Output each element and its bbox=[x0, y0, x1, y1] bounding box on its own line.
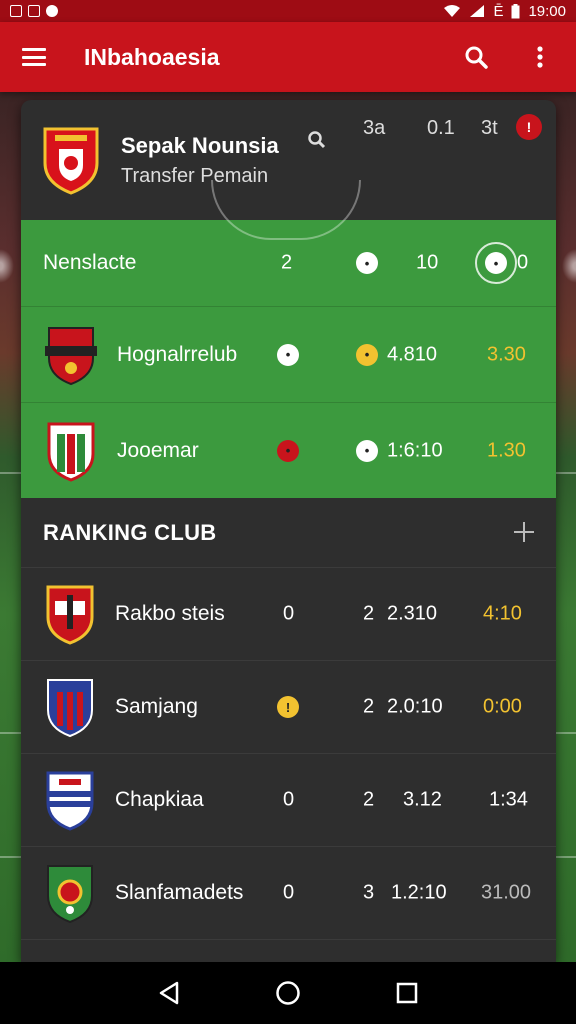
club-crest-icon bbox=[47, 679, 93, 738]
stat-value: 3 bbox=[363, 881, 375, 904]
club-crest-icon bbox=[45, 326, 97, 385]
carrier-label: Ē bbox=[493, 2, 504, 20]
header-stat: 3t bbox=[481, 116, 498, 139]
stat-value: 2 bbox=[281, 251, 293, 274]
stat-value: 2 bbox=[363, 602, 375, 625]
stat-value: 0:00 bbox=[483, 695, 522, 718]
stat-value: 4:10 bbox=[483, 602, 522, 625]
notification-icon bbox=[10, 5, 22, 17]
list-item[interactable]: Jooemar • • 1:6:10 1.30 bbox=[21, 402, 556, 498]
search-icon[interactable] bbox=[462, 43, 490, 71]
club-crest-icon bbox=[43, 127, 99, 195]
battery-icon bbox=[511, 3, 520, 18]
stat-value: 1.30 bbox=[487, 439, 526, 461]
notification-icon bbox=[46, 5, 58, 17]
team-name: Rakbo steis bbox=[115, 602, 225, 625]
info-dot-icon: • bbox=[356, 252, 378, 274]
stat-value: 2 bbox=[363, 788, 375, 811]
club-crest-icon bbox=[46, 771, 94, 831]
table-row[interactable]: Samjang ! 2 2.0:10 0:00 bbox=[21, 661, 556, 754]
table-row[interactable]: Rakbo steis 0 2 2.310 4:10 bbox=[21, 568, 556, 661]
header-stat: 3a bbox=[363, 116, 386, 139]
toggle-button[interactable]: • bbox=[475, 242, 517, 284]
more-vert-icon[interactable] bbox=[526, 43, 554, 71]
stat-value: 2.310 bbox=[387, 602, 438, 625]
warning-dot-icon: ! bbox=[277, 696, 299, 718]
team-name: Samjang bbox=[115, 695, 198, 718]
stat-value: 0 bbox=[283, 602, 295, 625]
warning-dot-icon: • bbox=[356, 343, 378, 366]
menu-icon[interactable] bbox=[22, 48, 46, 66]
home-icon[interactable] bbox=[273, 978, 303, 1008]
list-item[interactable]: Nenslacte 2 • 10 • 0 bbox=[21, 180, 556, 306]
stat-value: 0 bbox=[283, 788, 295, 811]
club-crest-icon bbox=[46, 585, 94, 645]
stat-value: 0 bbox=[283, 881, 295, 904]
alert-dot-icon: • bbox=[277, 439, 299, 462]
stat-value: 1:6:10 bbox=[387, 439, 443, 461]
table-row[interactable]: Slanfamadets 0 3 1.2:10 31.00 bbox=[21, 847, 556, 940]
stat-value: 10 bbox=[416, 251, 439, 274]
recents-icon[interactable] bbox=[392, 978, 422, 1008]
stat-value: 31.00 bbox=[481, 881, 532, 904]
status-bar: Ē 19:00 bbox=[0, 0, 576, 22]
main-card: Sepak Nounsia Transfer Pemain 3a 0.1 3t … bbox=[21, 100, 556, 962]
app-title: INbahoaesia bbox=[84, 43, 220, 70]
back-icon[interactable] bbox=[154, 978, 184, 1008]
team-name: Nenslacte bbox=[43, 251, 137, 274]
system-nav-bar bbox=[0, 962, 576, 1024]
stat-value: 4.810 bbox=[387, 343, 438, 365]
team-name: Chapkiaa bbox=[115, 788, 204, 811]
info-dot-icon: • bbox=[356, 439, 378, 462]
clock: 19:00 bbox=[528, 2, 566, 20]
green-section: Nenslacte 2 • 10 • 0 Hognalrrelub • • 4.… bbox=[21, 180, 556, 498]
info-dot-icon: • bbox=[277, 343, 299, 366]
stat-value: 2 bbox=[363, 695, 375, 718]
stat-value: 1:34 bbox=[489, 788, 528, 811]
stat-value: 1.2:10 bbox=[391, 881, 447, 904]
header-title: Sepak Nounsia bbox=[121, 132, 279, 158]
team-name: Jooemar bbox=[117, 438, 199, 462]
app-bar: INbahoaesia bbox=[0, 22, 576, 92]
list-item[interactable]: Hognalrrelub • • 4.810 3.30 bbox=[21, 306, 556, 402]
stat-value: 0 bbox=[517, 251, 529, 274]
alert-badge-icon[interactable]: ! bbox=[516, 114, 542, 140]
team-name: Slanfamadets bbox=[115, 881, 244, 904]
team-name: Hognalrrelub bbox=[117, 342, 238, 366]
header-stat: 0.1 bbox=[427, 116, 455, 139]
section-title: RANKING CLUB bbox=[43, 519, 217, 545]
add-icon[interactable] bbox=[512, 520, 536, 544]
club-crest-icon bbox=[47, 422, 95, 482]
search-icon[interactable] bbox=[307, 130, 327, 150]
ranking-header: RANKING CLUB bbox=[21, 498, 556, 568]
stat-value: 2.0:10 bbox=[387, 695, 443, 718]
signal-icon bbox=[470, 5, 485, 17]
wifi-icon bbox=[444, 5, 461, 17]
stat-value: 3.12 bbox=[403, 788, 442, 811]
club-crest-icon bbox=[47, 865, 93, 924]
table-row[interactable]: Chapkiaa 0 2 3.12 1:34 bbox=[21, 754, 556, 847]
stat-value: 3.30 bbox=[487, 343, 526, 365]
center-arc bbox=[211, 180, 361, 240]
notification-icon bbox=[28, 5, 40, 17]
